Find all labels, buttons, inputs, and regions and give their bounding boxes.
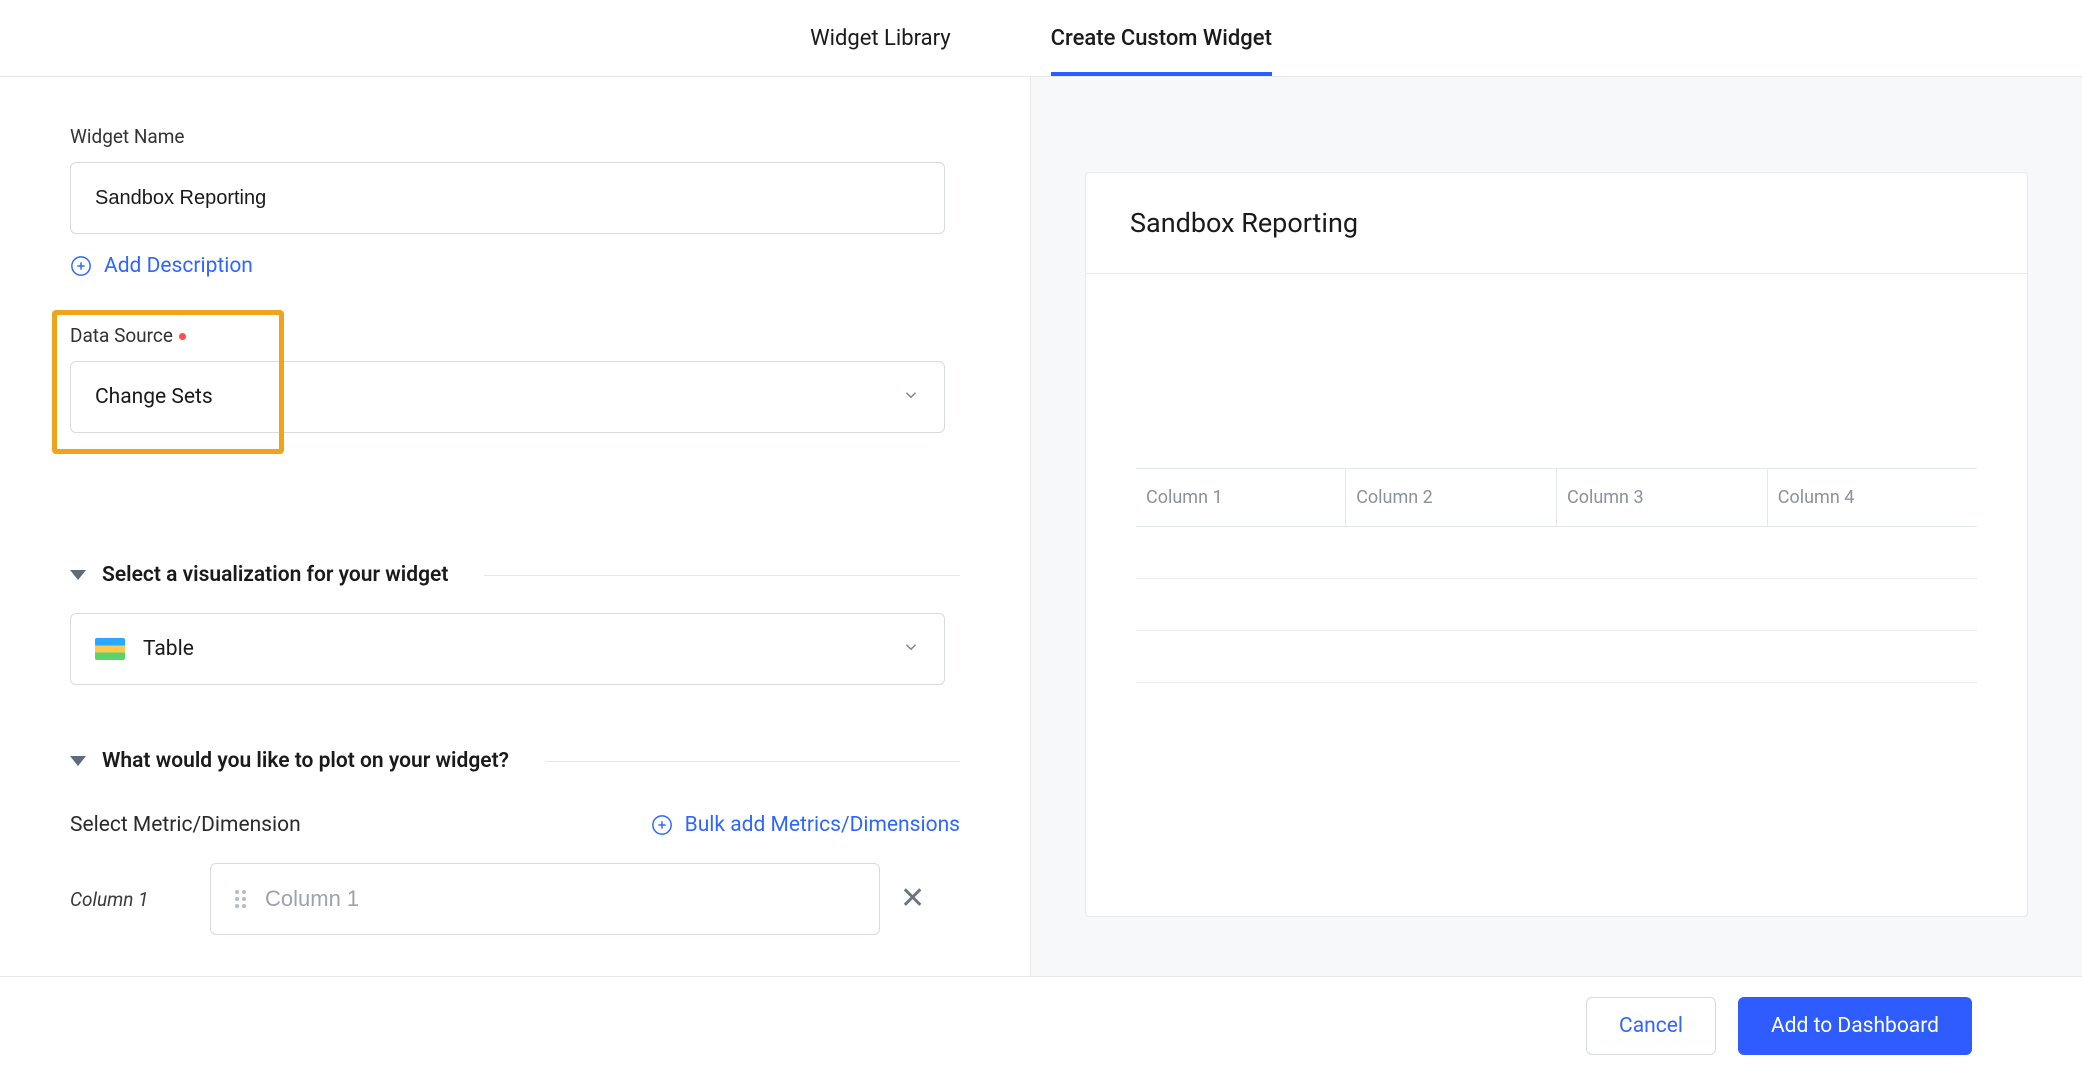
- caret-down-icon: [70, 756, 86, 766]
- data-source-label: Data Source: [70, 324, 960, 347]
- visualization-value: Table: [143, 637, 194, 661]
- preview-column-header: Column 3: [1556, 468, 1767, 526]
- metric-input[interactable]: [265, 886, 827, 912]
- visualization-section-header[interactable]: Select a visualization for your widget: [70, 563, 960, 587]
- metric-input-wrapper[interactable]: [210, 863, 880, 935]
- plus-circle-icon: [651, 814, 673, 836]
- required-indicator-icon: [179, 333, 186, 340]
- column-index-label: Column 1: [70, 888, 190, 911]
- add-to-dashboard-button[interactable]: Add to Dashboard: [1738, 997, 1972, 1055]
- drag-handle-icon[interactable]: [235, 890, 247, 909]
- add-description-label: Add Description: [104, 254, 253, 278]
- form-pane: Widget Name Add Description Data Source: [0, 77, 1030, 1074]
- bulk-add-label: Bulk add Metrics/Dimensions: [685, 813, 960, 837]
- tab-create-custom-widget-label: Create Custom Widget: [1051, 26, 1272, 51]
- preview-card: Sandbox Reporting Column 1 Column 2 Colu…: [1085, 172, 2028, 917]
- preview-title: Sandbox Reporting: [1086, 173, 2027, 274]
- data-source-value: Change Sets: [95, 385, 213, 409]
- tabs-bar: Widget Library Create Custom Widget: [0, 0, 2082, 77]
- preview-column-header: Column 1: [1136, 468, 1346, 526]
- preview-table-row: [1136, 526, 1977, 578]
- footer-bar: Cancel Add to Dashboard: [0, 976, 2082, 1074]
- bulk-add-link[interactable]: Bulk add Metrics/Dimensions: [651, 813, 960, 837]
- cancel-button[interactable]: Cancel: [1586, 997, 1716, 1055]
- select-metric-label: Select Metric/Dimension: [70, 813, 301, 837]
- widget-name-input-wrapper[interactable]: [70, 162, 945, 234]
- preview-table-row: [1136, 630, 1977, 682]
- visualization-section-title: Select a visualization for your widget: [102, 563, 448, 587]
- data-source-select[interactable]: Change Sets: [70, 361, 945, 433]
- visualization-select[interactable]: Table: [70, 613, 945, 685]
- tab-widget-library-label: Widget Library: [810, 26, 951, 51]
- plot-section-title: What would you like to plot on your widg…: [102, 749, 509, 773]
- preview-column-header: Column 4: [1767, 468, 1977, 526]
- remove-column-icon[interactable]: ✕: [900, 884, 925, 914]
- caret-down-icon: [70, 570, 86, 580]
- preview-pane: Sandbox Reporting Column 1 Column 2 Colu…: [1030, 77, 2082, 1074]
- widget-name-label: Widget Name: [70, 125, 960, 148]
- preview-table-row: [1136, 578, 1977, 630]
- add-description-link[interactable]: Add Description: [70, 254, 960, 278]
- table-icon: [95, 638, 125, 660]
- preview-column-header: Column 2: [1346, 468, 1557, 526]
- chevron-down-icon: [902, 385, 920, 409]
- chevron-down-icon: [902, 637, 920, 661]
- tab-widget-library[interactable]: Widget Library: [810, 0, 951, 76]
- plot-section-header[interactable]: What would you like to plot on your widg…: [70, 749, 960, 773]
- preview-table: Column 1 Column 2 Column 3 Column 4: [1136, 468, 1977, 683]
- tab-create-custom-widget[interactable]: Create Custom Widget: [1051, 0, 1272, 76]
- widget-name-input[interactable]: [95, 163, 920, 233]
- plus-circle-icon: [70, 255, 92, 277]
